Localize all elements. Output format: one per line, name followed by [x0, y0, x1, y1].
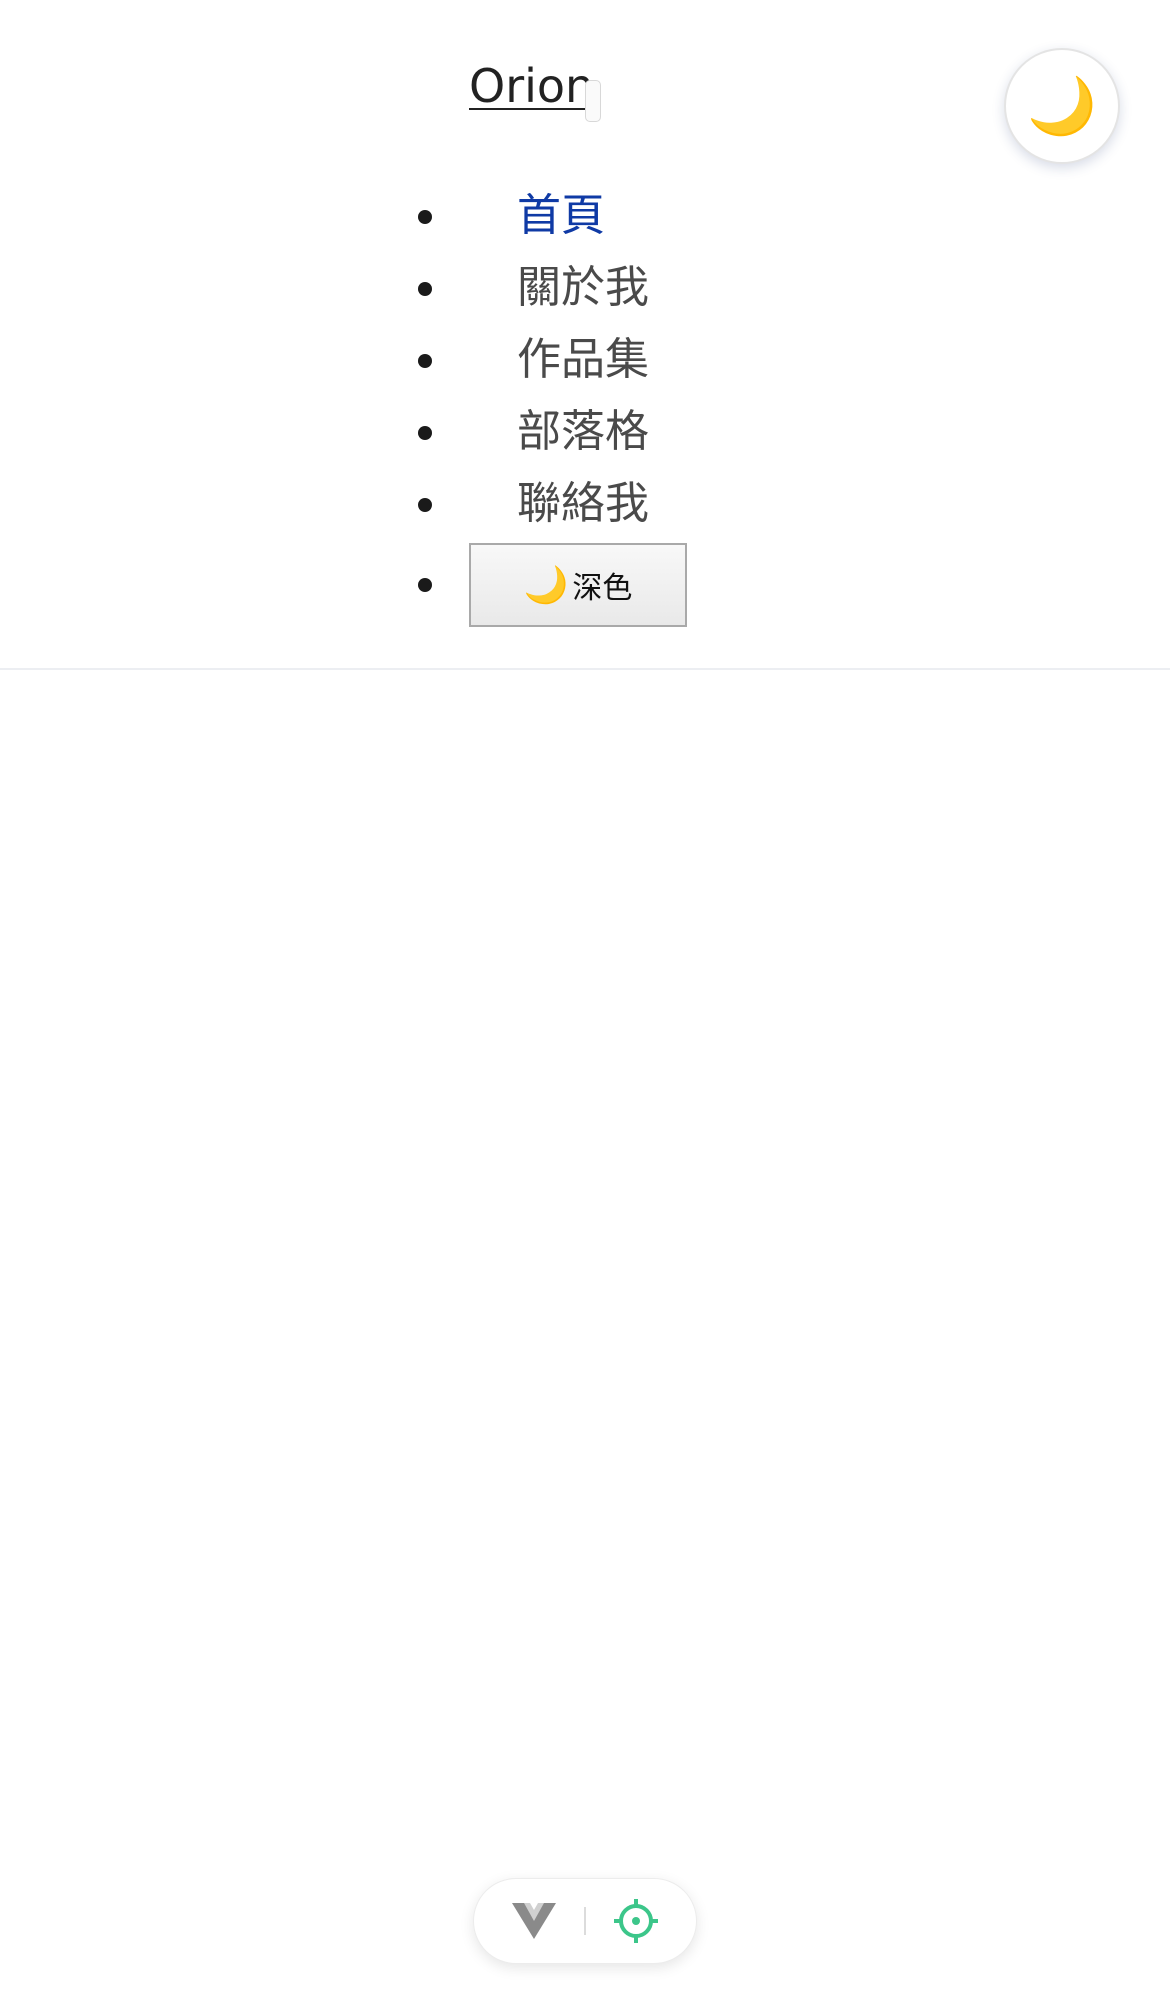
nav-item-about: 關於我	[412, 252, 687, 324]
list-bullet	[418, 578, 432, 592]
nav-item-contact: 聯絡我	[412, 468, 687, 540]
brand-logo-link[interactable]: Orion	[469, 54, 594, 118]
nav-item-blog: 部落格	[412, 396, 687, 468]
list-bullet	[418, 498, 432, 512]
nav-link-portfolio[interactable]: 作品集	[517, 324, 649, 396]
dev-toolbar	[473, 1878, 697, 1964]
toolbar-separator	[584, 1907, 586, 1935]
page: Orion 🌙 首頁 關於我 作品集 部落格 聯絡我 🌙 深色	[0, 0, 1170, 1992]
nav-link-home[interactable]: 首頁	[517, 180, 605, 252]
dark-mode-label: 深色	[572, 571, 633, 606]
inspector-target-icon[interactable]	[612, 1897, 660, 1945]
brand-toggle-stub[interactable]	[585, 80, 601, 122]
moon-icon: 🌙	[1027, 74, 1097, 137]
nav-item-portfolio: 作品集	[412, 324, 687, 396]
list-bullet	[418, 354, 432, 368]
dark-mode-button[interactable]: 🌙 深色	[469, 543, 687, 627]
list-bullet	[418, 210, 432, 224]
list-bullet	[418, 282, 432, 296]
moon-icon: 🌙	[523, 565, 569, 606]
main-nav: 首頁 關於我 作品集 部落格 聯絡我 🌙 深色	[412, 180, 687, 630]
nav-link-contact[interactable]: 聯絡我	[517, 468, 649, 540]
nav-item-theme: 🌙 深色	[412, 540, 687, 630]
site-header: Orion 🌙 首頁 關於我 作品集 部落格 聯絡我 🌙 深色	[0, 0, 1170, 670]
vue-devtools-icon[interactable]	[510, 1897, 558, 1945]
list-bullet	[418, 426, 432, 440]
nav-link-blog[interactable]: 部落格	[517, 396, 649, 468]
theme-toggle-fab[interactable]: 🌙	[1004, 48, 1120, 164]
nav-item-home: 首頁	[412, 180, 687, 252]
nav-link-about[interactable]: 關於我	[517, 252, 649, 324]
